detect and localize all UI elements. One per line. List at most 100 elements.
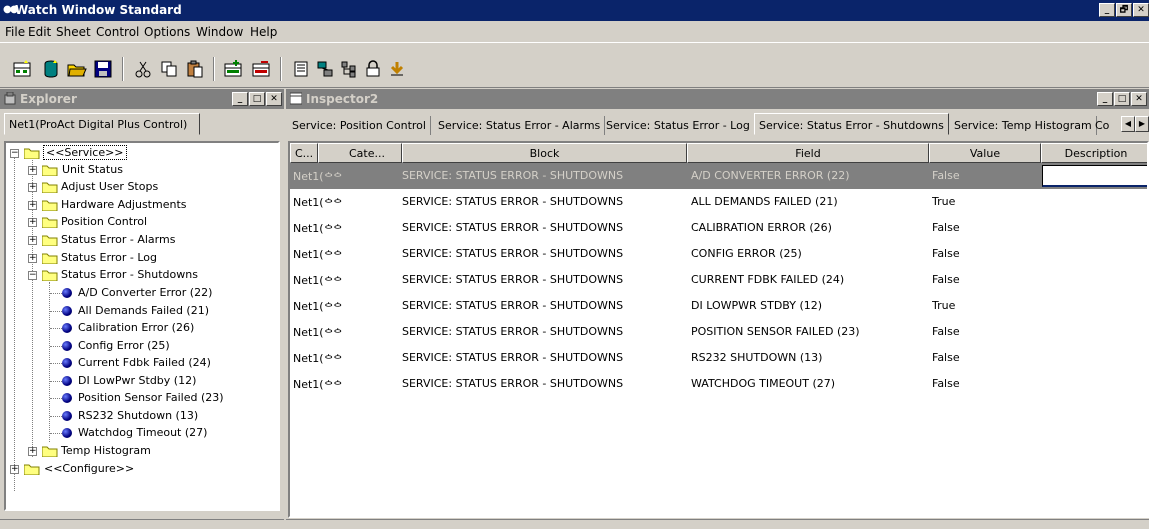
tree-item-all-demands-failed[interactable]: All Demands Failed (21) [46, 303, 276, 320]
tree-item-config-error[interactable]: Config Error (25) [46, 338, 276, 355]
tree-item-current-fdbk-failed[interactable]: Current Fdbk Failed (24) [46, 355, 276, 372]
tree-label: Config Error (25) [78, 339, 170, 352]
tree-item-service[interactable]: − <<Service>> [10, 145, 270, 162]
menu-control[interactable]: Control [96, 25, 139, 39]
tab-scroll-right-icon[interactable]: ▶ [1135, 116, 1149, 132]
table-row[interactable]: Net1(ᅌᅌ SERVICE: STATUS ERROR - SHUTDOWN… [290, 293, 1147, 319]
add-inspector-icon[interactable] [222, 58, 244, 80]
menu-help[interactable]: Help [250, 25, 277, 39]
inspector-minimize-button[interactable]: _ [1097, 92, 1113, 106]
toolbar [0, 42, 1149, 88]
table-row[interactable]: Net1(ᅌᅌ SERVICE: STATUS ERROR - SHUTDOWN… [290, 319, 1147, 345]
expand-icon[interactable]: + [28, 166, 37, 175]
paste-icon[interactable] [184, 58, 206, 80]
tab-temp-histogram[interactable]: Service: Temp Histogram [950, 116, 1097, 135]
tree-icon[interactable] [338, 58, 360, 80]
column-header-category[interactable]: Cate... [318, 143, 402, 163]
tree-item-adjust-user-stops[interactable]: + Adjust User Stops [28, 179, 268, 196]
explorer-close-button[interactable]: ✕ [266, 92, 282, 106]
folder-icon [42, 446, 58, 457]
expand-icon[interactable]: + [10, 465, 19, 474]
menu-file[interactable]: File [5, 25, 25, 39]
expand-icon[interactable]: + [28, 201, 37, 210]
open-icon[interactable] [66, 58, 88, 80]
column-header-field[interactable]: Field [687, 143, 929, 163]
tab-status-error-shutdowns[interactable]: Service: Status Error - Shutdowns [754, 113, 949, 135]
expand-icon[interactable]: + [28, 183, 37, 192]
tree-line [50, 381, 62, 382]
description-input[interactable] [1042, 165, 1147, 187]
grid-header: C... Cate... Block Field Value Descripti… [290, 143, 1147, 163]
menu-sheet[interactable]: Sheet [56, 25, 91, 39]
tree-item-ad-converter-error[interactable]: A/D Converter Error (22) [46, 285, 276, 302]
tree-item-rs232-shutdown[interactable]: RS232 Shutdown (13) [46, 408, 276, 425]
copy-icon[interactable] [158, 58, 180, 80]
tree-item-di-lowpwr-stdby[interactable]: DI LowPwr Stdby (12) [46, 373, 276, 390]
menu-window[interactable]: Window [196, 25, 243, 39]
explorer-tab[interactable]: Net1(ProAct Digital Plus Control) [4, 113, 200, 135]
tree-item-hardware-adjustments[interactable]: + Hardware Adjustments [28, 197, 268, 214]
network-icon[interactable] [314, 58, 336, 80]
cell-block: SERVICE: STATUS ERROR - SHUTDOWNS [402, 221, 624, 234]
new-item-icon[interactable] [40, 58, 62, 80]
tree-item-status-error-shutdowns[interactable]: − Status Error - Shutdowns [28, 267, 268, 284]
tab-status-error-log[interactable]: Service: Status Error - Log [602, 116, 755, 135]
inspector-maximize-button[interactable]: □ [1114, 92, 1130, 106]
expand-icon[interactable]: + [28, 254, 37, 263]
tab-configure-partial[interactable]: Co [1091, 116, 1113, 135]
properties-icon[interactable] [290, 58, 312, 80]
tab-position-control[interactable]: Service: Position Control [288, 116, 431, 135]
cell-c: Net1(ᅌᅌ [293, 221, 342, 237]
remove-inspector-icon[interactable] [250, 58, 272, 80]
menu-options[interactable]: Options [144, 25, 190, 39]
folder-icon [42, 235, 58, 246]
tree-item-status-error-log[interactable]: + Status Error - Log [28, 250, 268, 267]
tree-label: Status Error - Log [61, 251, 157, 264]
inspector-title: Inspector2 [306, 92, 379, 106]
menu-bar: File Edit Sheet Control Options Window H… [0, 21, 1149, 41]
tree-item-temp-histogram[interactable]: + Temp Histogram [28, 443, 268, 460]
close-button[interactable]: ✕ [1133, 3, 1149, 17]
tree-item-configure[interactable]: + <<Configure>> [10, 461, 270, 478]
tree-item-unit-status[interactable]: + Unit Status [28, 162, 268, 179]
collapse-icon[interactable]: − [10, 149, 19, 158]
arrow-icon[interactable] [386, 58, 408, 80]
table-row[interactable]: Net1(ᅌᅌ SERVICE: STATUS ERROR - SHUTDOWN… [290, 215, 1147, 241]
explorer-minimize-button[interactable]: _ [232, 92, 248, 106]
table-row[interactable]: Net1(ᅌᅌ SERVICE: STATUS ERROR - SHUTDOWN… [290, 189, 1147, 215]
tree-item-status-error-alarms[interactable]: + Status Error - Alarms [28, 232, 268, 249]
table-row[interactable]: Net1(ᅌᅌ SERVICE: STATUS ERROR - SHUTDOWN… [290, 241, 1147, 267]
tree-item-position-sensor-failed[interactable]: Position Sensor Failed (23) [46, 390, 276, 407]
collapse-icon[interactable]: − [28, 271, 37, 280]
maximize-button[interactable]: 🗗 [1116, 3, 1132, 17]
cut-icon[interactable] [132, 58, 154, 80]
column-header-block[interactable]: Block [402, 143, 687, 163]
column-header-value[interactable]: Value [929, 143, 1041, 163]
expand-icon[interactable]: + [28, 447, 37, 456]
menu-edit[interactable]: Edit [28, 25, 51, 39]
watch-icon: ᅌᅌ [323, 379, 342, 392]
minimize-button[interactable]: _ [1099, 3, 1115, 17]
table-row[interactable]: Net1(ᅌᅌ SERVICE: STATUS ERROR - SHUTDOWN… [290, 163, 1147, 189]
cell-block: SERVICE: STATUS ERROR - SHUTDOWNS [402, 273, 624, 286]
save-icon[interactable] [92, 58, 114, 80]
cell-c: Net1(ᅌᅌ [293, 325, 342, 341]
tree-item-position-control[interactable]: + Position Control [28, 214, 268, 231]
new-sheet-icon[interactable] [11, 58, 33, 80]
tree-item-watchdog-timeout[interactable]: Watchdog Timeout (27) [46, 425, 276, 442]
inspector-close-button[interactable]: ✕ [1131, 92, 1147, 106]
tree-label: All Demands Failed (21) [78, 304, 210, 317]
table-row[interactable]: Net1(ᅌᅌ SERVICE: STATUS ERROR - SHUTDOWN… [290, 267, 1147, 293]
tree-item-calibration-error[interactable]: Calibration Error (26) [46, 320, 276, 337]
expand-icon[interactable]: + [28, 236, 37, 245]
tab-scroll-left-icon[interactable]: ◀ [1121, 116, 1135, 132]
table-row[interactable]: Net1(ᅌᅌ SERVICE: STATUS ERROR - SHUTDOWN… [290, 371, 1147, 397]
lock-icon[interactable] [362, 58, 384, 80]
column-header-description[interactable]: Description [1041, 143, 1147, 163]
expand-icon[interactable]: + [28, 218, 37, 227]
column-header-c[interactable]: C... [290, 143, 318, 163]
table-row[interactable]: Net1(ᅌᅌ SERVICE: STATUS ERROR - SHUTDOWN… [290, 345, 1147, 371]
explorer-maximize-button[interactable]: □ [249, 92, 265, 106]
tab-status-error-alarms[interactable]: Service: Status Error - Alarms [434, 116, 606, 135]
inspector-window-controls: _ □ ✕ [1096, 92, 1147, 106]
